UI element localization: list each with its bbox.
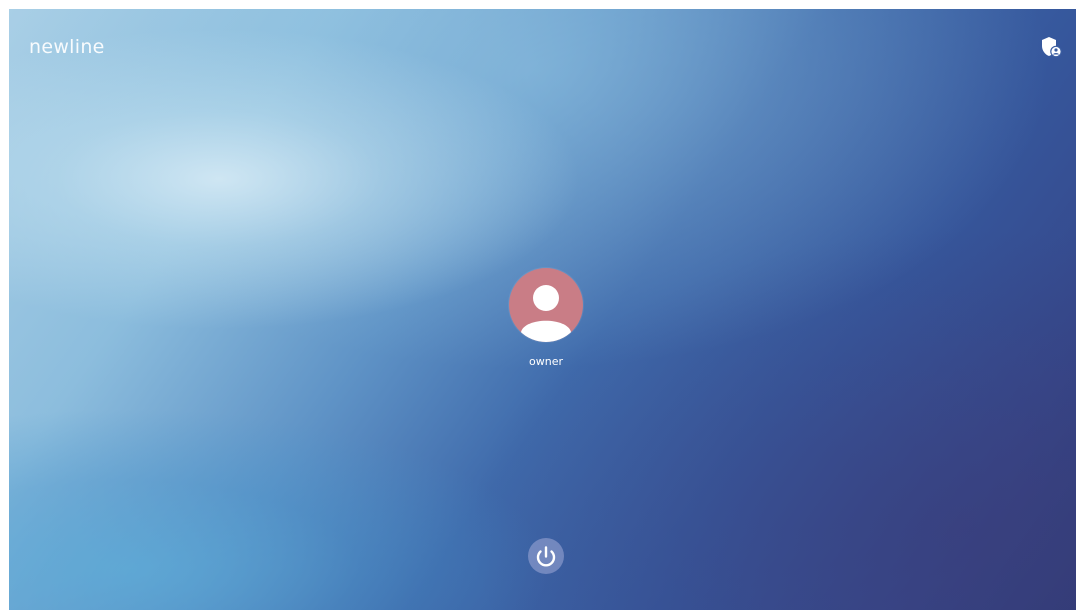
brand-logo: newline [29, 36, 105, 58]
user-tile-owner[interactable]: owner [506, 268, 586, 378]
lock-screen: newline owner [9, 9, 1076, 610]
shield-user-icon [1042, 37, 1062, 58]
power-icon [536, 546, 556, 567]
admin-login-button[interactable] [1039, 35, 1063, 59]
user-name-label: owner [529, 355, 563, 368]
user-icon [521, 285, 571, 342]
power-button[interactable] [528, 538, 564, 574]
avatar [509, 268, 583, 342]
